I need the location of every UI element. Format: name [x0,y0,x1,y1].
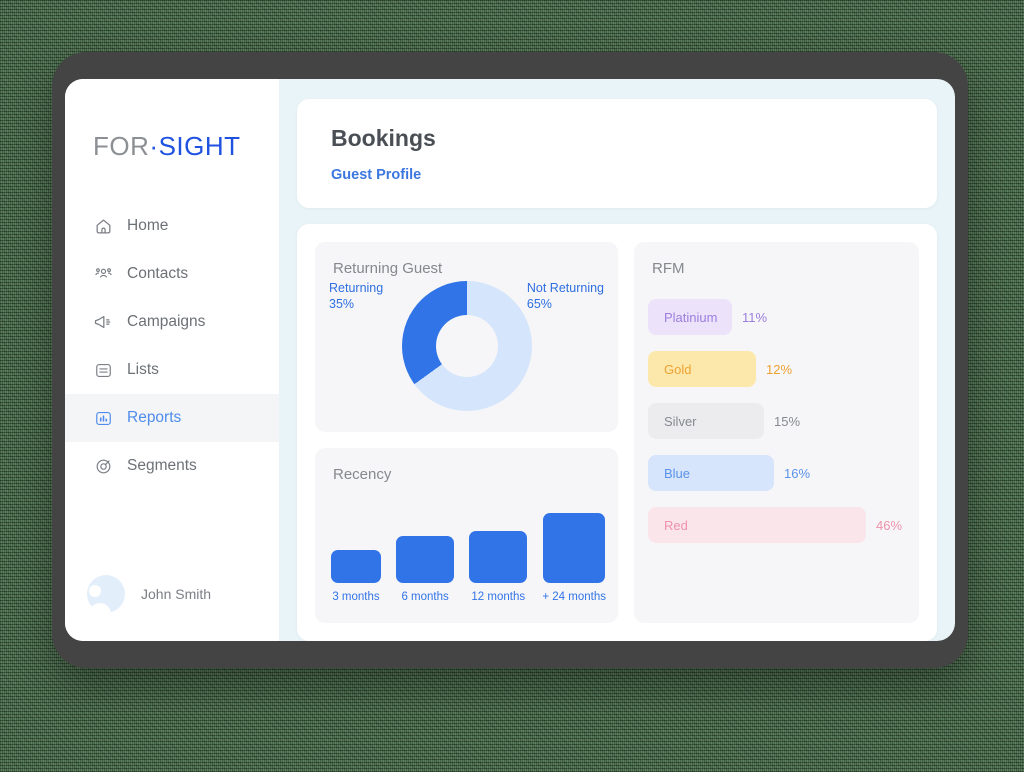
sidebar-item-label: Contacts [127,265,189,282]
rfm-row: Blue 16% [648,455,903,491]
rfm-value-label: 15% [774,413,801,429]
recency-bar [396,536,455,583]
logo-separator: · [149,131,159,161]
list-icon [93,360,113,380]
contacts-icon [93,264,113,284]
sidebar-item-label: Segments [127,457,197,474]
recency-title: Recency [333,466,392,483]
donut-legend-returning: Returning 35% [329,281,383,312]
home-icon [93,216,113,236]
rfm-value-label: 12% [766,361,793,377]
sidebar-item-contacts[interactable]: Contacts [65,250,279,298]
rfm-row: Gold 12% [648,351,903,387]
recency-bar-label: 12 months [471,591,526,603]
sidebar-item-label: Reports [127,409,182,426]
user-avatar-icon [87,575,125,613]
recency-bar-chart: 3 months 6 months 12 months + 24 months [331,513,606,603]
guest-profile-link[interactable]: Guest Profile [331,167,421,183]
device-screen: FOR·SIGHT Home Contacts Campaigns Lists … [65,79,955,641]
returning-guest-title: Returning Guest [333,260,443,277]
rfm-row: Red 46% [648,507,903,543]
logo-text-sight: SIGHT [158,131,241,161]
rfm-bar: Red [648,507,866,543]
rfm-bar: Platinium [648,299,732,335]
recency-bar-group: 3 months [331,550,381,603]
rfm-title: RFM [652,260,685,277]
donut-legend-not-returning: Not Returning 65% [527,281,604,312]
recency-bar-group: 12 months [469,531,528,603]
bar-chart-icon [93,408,113,428]
sidebar-item-segments[interactable]: Segments [65,442,279,490]
page-header-card: Bookings Guest Profile [297,99,937,208]
donut-legend-returning-value: 35% [329,296,355,311]
recency-bar-group: 6 months [396,536,455,603]
rfm-panel: RFM Platinium 11% Gold 12% Silver 15% Blue 16% R… [634,242,919,623]
recency-bar-label: 3 months [332,591,380,603]
donut-legend-not-returning-value: 65% [526,296,552,311]
rfm-bar: Silver [648,403,764,439]
sidebar-item-home[interactable]: Home [65,202,279,250]
rfm-bar: Gold [648,351,756,387]
rfm-value-label: 16% [784,465,811,481]
main-content: Bookings Guest Profile Returning Guest R… [279,79,955,641]
sidebar-item-label: Lists [127,361,159,378]
returning-guest-donut-chart: Returning 35% Not Returning 65% [315,277,618,425]
sidebar-item-reports[interactable]: Reports [65,394,279,442]
recency-bar-label: + 24 months [542,591,606,603]
rfm-row: Platinium 11% [648,299,903,335]
rfm-value-label: 46% [876,517,903,533]
donut-legend-returning-label: Returning [329,281,384,295]
user-profile[interactable]: John Smith [65,575,211,613]
recency-panel: Recency 3 months 6 months 12 months + 24 mo… [315,448,618,623]
donut-hole [435,315,498,377]
donut-legend-not-returning-label: Not Returning [526,281,604,295]
device-bezel: FOR·SIGHT Home Contacts Campaigns Lists … [52,52,968,668]
megaphone-icon [93,312,113,332]
sidebar-nav: Home Contacts Campaigns Lists Reports Se… [65,202,279,490]
sidebar-item-label: Home [127,217,169,234]
recency-bar-label: 6 months [401,591,449,603]
right-panel-column: RFM Platinium 11% Gold 12% Silver 15% Blue 16% R… [634,242,919,623]
recency-bar [331,550,381,583]
page-title: Bookings [331,125,436,151]
returning-guest-panel: Returning Guest Returning 35% Not Return… [315,242,618,432]
sidebar: FOR·SIGHT Home Contacts Campaigns Lists … [65,79,279,641]
app-logo[interactable]: FOR·SIGHT [93,131,279,162]
sidebar-item-campaigns[interactable]: Campaigns [65,298,279,346]
recency-bar [469,531,528,583]
sidebar-item-lists[interactable]: Lists [65,346,279,394]
logo-text-for: FOR [93,131,150,161]
user-name: John Smith [141,586,212,602]
donut-ring [401,281,532,411]
dashboard-panels-card: Returning Guest Returning 35% Not Return… [297,224,937,641]
sidebar-item-label: Campaigns [127,313,206,330]
rfm-bar: Blue [648,455,774,491]
recency-bar-group: + 24 months [542,513,606,603]
rfm-row: Silver 15% [648,403,903,439]
recency-bar [543,513,606,583]
left-panel-column: Returning Guest Returning 35% Not Return… [315,242,618,623]
rfm-bar-chart: Platinium 11% Gold 12% Silver 15% Blue 16% Red 46… [634,277,919,543]
rfm-value-label: 11% [742,309,768,325]
target-icon [93,456,113,476]
